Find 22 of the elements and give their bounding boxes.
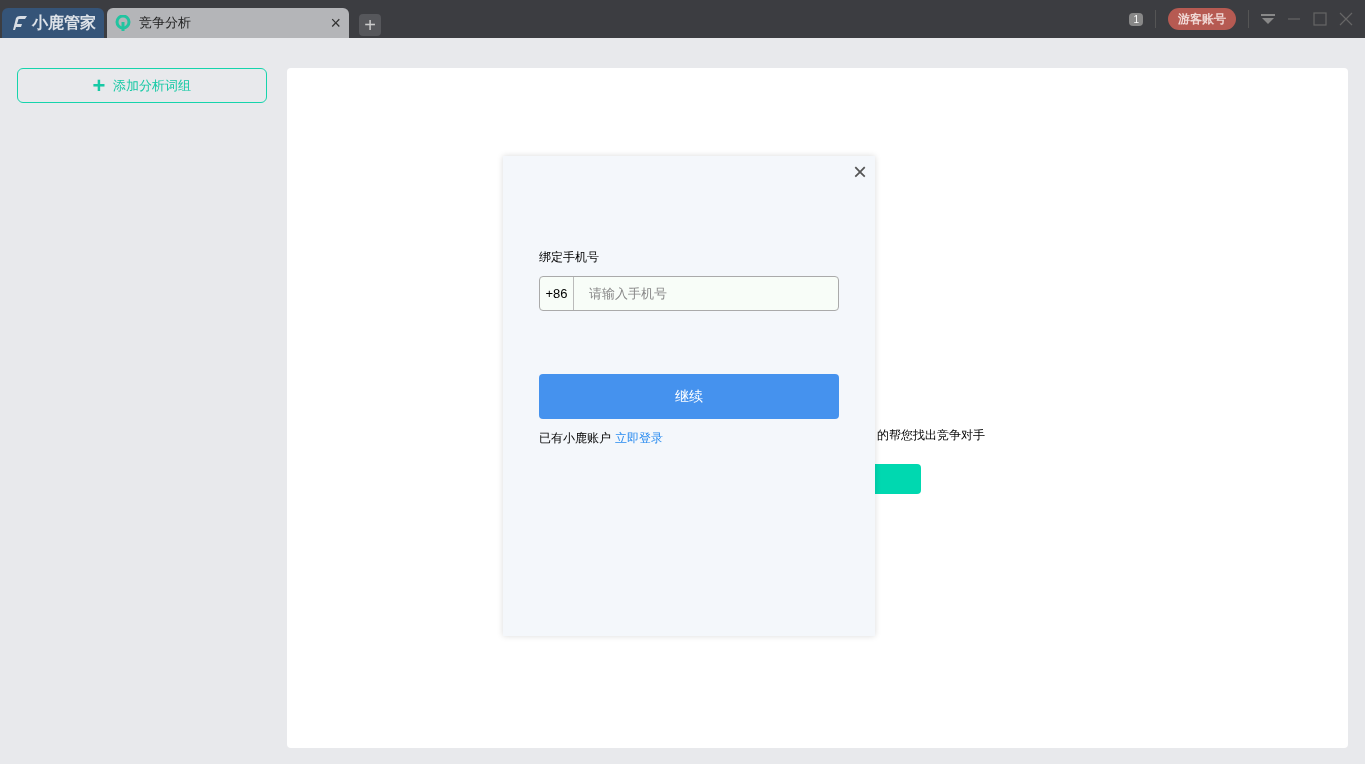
tab[interactable]: 竞争分析 ×: [107, 8, 349, 38]
login-link[interactable]: 立即登录: [615, 429, 663, 447]
guest-account-button[interactable]: 游客账号: [1168, 8, 1236, 30]
country-code: +86: [540, 277, 574, 310]
dropdown-icon[interactable]: [1261, 14, 1275, 24]
logo-icon: [10, 15, 28, 31]
continue-button[interactable]: 继续: [539, 374, 839, 419]
app-tab[interactable]: 小鹿管家: [2, 8, 104, 38]
close-button[interactable]: ×: [853, 160, 867, 184]
app-name: 小鹿管家: [32, 13, 96, 33]
close-icon[interactable]: [1339, 12, 1353, 26]
new-tab-button[interactable]: +: [359, 14, 381, 36]
add-group-button[interactable]: [875, 464, 921, 494]
phone-field[interactable]: +86 请输入手机号: [539, 276, 839, 311]
phone-input[interactable]: 请输入手机号: [574, 277, 838, 310]
footer-text: 已有小鹿账户: [539, 430, 611, 447]
empty-message: 的帮您找出竞争对手: [877, 427, 985, 444]
maximize-icon[interactable]: [1313, 12, 1327, 26]
close-tab-button[interactable]: ×: [330, 14, 341, 32]
window-count-badge[interactable]: 1: [1129, 12, 1143, 26]
field-label: 绑定手机号: [539, 249, 600, 266]
tab-label: 竞争分析: [139, 14, 192, 33]
